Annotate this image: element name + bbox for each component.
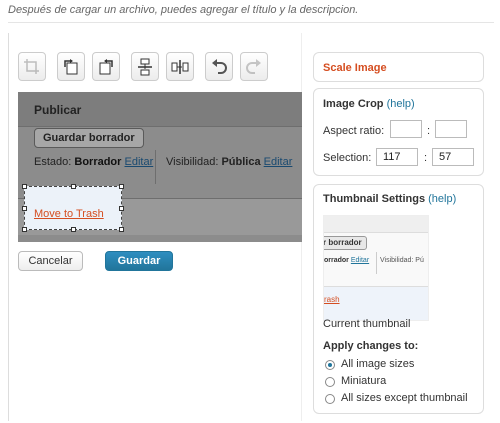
visibility-value: Pública bbox=[221, 156, 261, 168]
crop-help-link[interactable]: (help) bbox=[387, 98, 415, 110]
status-edit-link: Editar bbox=[124, 156, 154, 168]
thumbnail-separator bbox=[376, 252, 377, 274]
preview-status: Estado: Borrador Editar bbox=[34, 156, 153, 168]
flip-vertical-button[interactable] bbox=[131, 52, 159, 81]
crop-handle-sw[interactable] bbox=[22, 227, 27, 232]
crop-selection[interactable]: Move to Trash bbox=[22, 184, 124, 232]
thumbnail-edit-link: Editar bbox=[350, 257, 370, 264]
radio-except-thumbnail[interactable] bbox=[325, 394, 335, 404]
image-crop-heading: Image Crop bbox=[323, 98, 384, 110]
selection-width-input[interactable]: 117 bbox=[376, 148, 418, 166]
thumbnail-settings-title: Thumbnail Settings (help) bbox=[323, 193, 456, 205]
preview-visibility: Visibilidad: Pública Editar bbox=[166, 156, 292, 168]
selection-label: Selection: bbox=[323, 152, 372, 164]
rotate-right-button[interactable] bbox=[92, 52, 120, 81]
radio-label-miniatura[interactable]: Miniatura bbox=[341, 375, 386, 387]
preview-save-draft: Guardar borrador bbox=[34, 128, 144, 148]
thumbnail-footer bbox=[324, 286, 428, 320]
aspect-separator: : bbox=[427, 125, 431, 137]
rotate-clockwise-icon bbox=[99, 58, 113, 74]
preview-title: Publicar bbox=[34, 103, 82, 117]
thumbnail-settings-heading: Thumbnail Settings bbox=[323, 193, 426, 205]
crop-handle-nw[interactable] bbox=[22, 184, 27, 189]
flip-horizontal-button[interactable] bbox=[166, 52, 194, 81]
flip-vertical-icon bbox=[138, 58, 152, 75]
thumbnail-visibility: Visibilidad: Pú bbox=[380, 257, 424, 264]
current-thumbnail-image: r borrador orrador Editar Visibilidad: P… bbox=[323, 215, 429, 321]
status-label: Estado: bbox=[34, 156, 72, 168]
crop-button[interactable] bbox=[18, 52, 46, 81]
image-crop-section: Image Crop (help) Aspect ratio: : Select… bbox=[313, 88, 484, 176]
undo-icon bbox=[212, 58, 227, 74]
thumbnail-header bbox=[324, 216, 428, 233]
crop-preview-link: Move to Trash bbox=[34, 208, 104, 220]
preview-header: Publicar bbox=[18, 92, 302, 127]
redo-icon bbox=[246, 58, 261, 74]
apply-changes-label: Apply changes to: bbox=[323, 340, 419, 352]
flip-horizontal-icon bbox=[171, 59, 189, 74]
divider bbox=[8, 22, 494, 23]
current-thumbnail-caption: Current thumbnail bbox=[323, 318, 411, 330]
radio-label-except-thumbnail[interactable]: All sizes except thumbnail bbox=[341, 392, 468, 404]
thumbnail-save-draft: r borrador bbox=[324, 236, 367, 250]
radio-all-sizes[interactable] bbox=[325, 360, 335, 370]
visibility-label: Visibilidad: bbox=[166, 156, 219, 168]
redo-button[interactable] bbox=[240, 52, 268, 81]
scale-image-title[interactable]: Scale Image bbox=[323, 62, 387, 74]
radio-miniatura[interactable] bbox=[325, 377, 335, 387]
aspect-width-input[interactable] bbox=[390, 120, 422, 138]
status-value: Borrador bbox=[74, 156, 122, 168]
crop-icon bbox=[24, 58, 39, 74]
crop-handle-w[interactable] bbox=[22, 206, 27, 211]
radio-label-all-sizes[interactable]: All image sizes bbox=[341, 358, 414, 370]
crop-handle-e[interactable] bbox=[119, 206, 124, 211]
crop-handle-ne[interactable] bbox=[119, 184, 124, 189]
visibility-edit-link: Editar bbox=[263, 156, 293, 168]
image-crop-title: Image Crop (help) bbox=[323, 98, 415, 110]
thumbnail-link: rash bbox=[324, 295, 340, 304]
crop-handle-s[interactable] bbox=[71, 227, 76, 232]
save-button[interactable]: Guardar bbox=[105, 251, 173, 271]
crop-handle-n[interactable] bbox=[71, 184, 76, 189]
rotate-left-button[interactable] bbox=[57, 52, 85, 81]
selection-height-input[interactable]: 57 bbox=[432, 148, 474, 166]
rotate-counterclockwise-icon bbox=[64, 58, 78, 74]
scale-image-section[interactable]: Scale Image bbox=[313, 52, 484, 82]
upload-hint: Después de cargar un archivo, puedes agr… bbox=[8, 4, 359, 16]
cancel-button[interactable]: Cancelar bbox=[18, 251, 83, 271]
aspect-height-input[interactable] bbox=[435, 120, 467, 138]
thumbnail-status: orrador Editar bbox=[324, 257, 369, 264]
thumbnail-help-link[interactable]: (help) bbox=[428, 193, 456, 205]
thumbnail-settings-section: Thumbnail Settings (help) r borrador orr… bbox=[313, 184, 484, 414]
crop-handle-se[interactable] bbox=[119, 227, 124, 232]
undo-button[interactable] bbox=[205, 52, 233, 81]
thumbnail-status-value: orrador bbox=[324, 257, 349, 264]
preview-separator bbox=[155, 150, 156, 184]
aspect-ratio-label: Aspect ratio: bbox=[323, 125, 385, 137]
selection-separator: : bbox=[424, 152, 428, 164]
